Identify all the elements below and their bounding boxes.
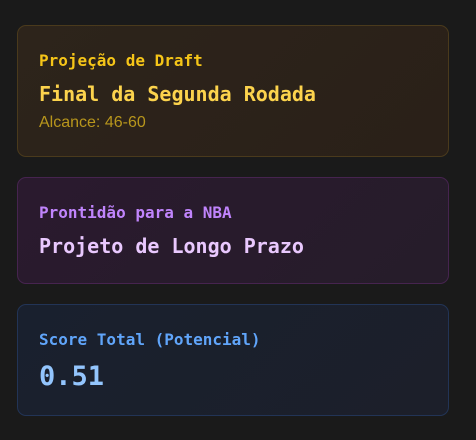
total-score-label: Score Total (Potencial) (39, 330, 261, 349)
total-score-value: 0.51 (39, 361, 105, 392)
nba-readiness-label: Prontidão para a NBA (39, 203, 232, 222)
total-score-card: Score Total (Potencial) 0.51 (17, 304, 449, 416)
draft-projection-card: Projeção de Draft Final da Segunda Rodad… (17, 25, 449, 157)
draft-projection-value: Final da Segunda Rodada (39, 82, 316, 106)
nba-readiness-card: Prontidão para a NBA Projeto de Longo Pr… (17, 177, 449, 284)
nba-readiness-value: Projeto de Longo Prazo (39, 234, 304, 258)
draft-projection-label: Projeção de Draft (39, 51, 203, 70)
draft-range: Alcance: 46-60 (39, 114, 146, 131)
